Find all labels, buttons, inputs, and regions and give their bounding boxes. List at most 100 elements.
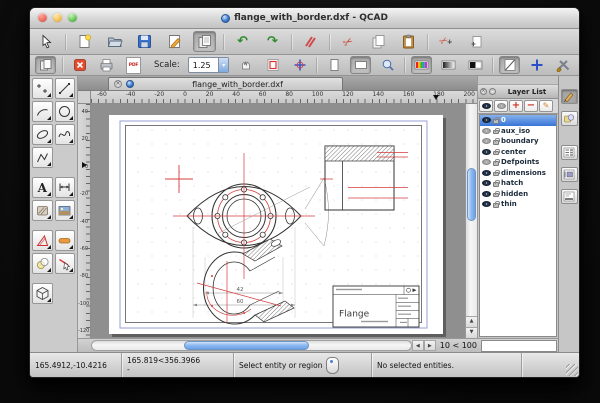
tab-close-icon[interactable]: ×	[114, 80, 122, 88]
add-layer-button[interactable]: +	[509, 100, 523, 112]
command-line-dock-icon[interactable]	[561, 189, 578, 204]
copy-with-reference-icon[interactable]	[465, 31, 488, 52]
redo-icon[interactable]: ↷	[261, 31, 284, 52]
vertical-scroll-thumb[interactable]	[467, 168, 476, 221]
scale-combobox[interactable]: 1.25 ▾	[188, 57, 229, 73]
drawing-canvas[interactable]: 42 60	[91, 104, 465, 338]
property-editor-dock-icon[interactable]	[561, 89, 578, 104]
layer-visibility-icon[interactable]	[482, 180, 491, 186]
line-tool-button[interactable]	[55, 78, 76, 99]
page-borders-icon[interactable]	[262, 56, 283, 74]
command-line-input[interactable]	[481, 340, 557, 352]
export-pdf-icon[interactable]: PDF	[123, 56, 144, 74]
portrait-orientation-icon[interactable]	[323, 56, 344, 74]
layer-row-hidden[interactable]: hidden	[480, 189, 556, 200]
dimension-tool-button[interactable]	[55, 177, 76, 198]
paper-sheet[interactable]: 42 60	[109, 115, 443, 334]
layer-visibility-icon[interactable]	[482, 128, 491, 134]
auto-zoom-icon[interactable]	[377, 56, 398, 74]
redraw-icon[interactable]	[299, 31, 322, 52]
solid-tool-button[interactable]	[32, 283, 53, 304]
layer-row-Defpoints[interactable]: Defpoints	[480, 157, 556, 168]
layer-visibility-icon[interactable]	[482, 149, 491, 155]
library-browser-dock-icon[interactable]	[561, 111, 578, 126]
horizontal-scroll-track[interactable]	[91, 340, 412, 351]
document-tab[interactable]: × flange_with_border.dxf	[108, 77, 343, 90]
layer-row-dimensions[interactable]: dimensions	[480, 168, 556, 179]
layer-lock-icon[interactable]	[493, 193, 499, 198]
copy-icon[interactable]	[367, 31, 390, 52]
point-tool-button[interactable]	[32, 78, 53, 99]
panel-float-icon[interactable]: ◦	[489, 88, 496, 95]
undo-icon[interactable]: ↶	[231, 31, 254, 52]
new-document-icon[interactable]	[73, 31, 96, 52]
layer-list[interactable]: 0aux_isoboundarycenterDefpointsdimension…	[479, 114, 557, 337]
layer-row-aux_iso[interactable]: aux_iso	[480, 126, 556, 137]
modify-tool-button[interactable]	[55, 230, 76, 251]
layer-visibility-icon[interactable]	[482, 117, 491, 123]
polyline-tool-button[interactable]	[32, 147, 53, 168]
layer-lock-icon[interactable]	[493, 172, 499, 177]
layer-visibility-icon[interactable]	[482, 191, 491, 197]
print-preview-toggle-icon[interactable]	[35, 56, 56, 74]
grayscale-icon[interactable]	[438, 56, 459, 74]
layer-lock-icon[interactable]	[493, 151, 499, 156]
scroll-right-icon[interactable]: ▶	[424, 340, 436, 351]
settings-icon[interactable]	[553, 56, 574, 74]
center-page-icon[interactable]	[289, 56, 310, 74]
pan-icon[interactable]	[235, 56, 256, 74]
layer-visibility-icon[interactable]	[482, 201, 491, 207]
layer-lock-icon[interactable]	[493, 119, 499, 124]
scroll-down-icon[interactable]: ▼	[466, 327, 477, 338]
full-color-icon[interactable]	[411, 56, 432, 74]
edit-layer-button[interactable]: ✎	[539, 100, 553, 112]
minimize-window-button[interactable]	[53, 13, 62, 22]
image-tool-button[interactable]	[55, 200, 76, 221]
text-tool-button[interactable]: A	[32, 177, 53, 198]
layer-row-thin[interactable]: thin	[480, 199, 556, 210]
save-icon[interactable]	[133, 31, 156, 52]
layer-lock-icon[interactable]	[493, 130, 499, 135]
horizontal-scroll-thumb[interactable]	[184, 341, 308, 350]
zoom-window-button[interactable]	[68, 13, 77, 22]
edit-drawing-icon[interactable]	[163, 31, 186, 52]
cut-with-reference-icon[interactable]: ✂+	[435, 31, 458, 52]
scroll-up-icon[interactable]: ▲	[466, 316, 477, 327]
panel-close-icon[interactable]: ×	[480, 88, 487, 95]
block-list-dock-icon[interactable]	[561, 167, 578, 182]
measure-tool-button[interactable]	[32, 230, 53, 251]
close-print-preview-icon[interactable]	[69, 56, 90, 74]
paste-icon[interactable]	[397, 31, 420, 52]
show-all-layers-button[interactable]	[479, 100, 493, 112]
vertical-scroll-track[interactable]	[466, 104, 477, 316]
selection-pointer-icon[interactable]	[35, 31, 58, 52]
title-bar[interactable]: flange_with_border.dxf - QCAD	[30, 8, 579, 29]
print-icon[interactable]	[96, 56, 117, 74]
scroll-left-icon[interactable]: ◀	[412, 340, 424, 351]
layer-row-hatch[interactable]: hatch	[480, 178, 556, 189]
layer-row-center[interactable]: center	[480, 147, 556, 158]
selection-tool-button[interactable]	[55, 253, 76, 274]
arc-tool-button[interactable]	[32, 101, 53, 122]
ellipse-tool-button[interactable]	[32, 124, 53, 145]
hatch-tool-button[interactable]	[32, 200, 53, 221]
black-white-icon[interactable]	[465, 56, 486, 74]
spline-tool-button[interactable]	[55, 124, 76, 145]
combo-dropdown-icon[interactable]: ▾	[218, 58, 228, 72]
layer-visibility-icon[interactable]	[482, 138, 491, 144]
layer-visibility-icon[interactable]	[482, 170, 491, 176]
landscape-orientation-icon[interactable]	[350, 56, 371, 74]
close-window-button[interactable]	[38, 13, 47, 22]
circle-tool-button[interactable]	[55, 101, 76, 122]
layer-list-dock-icon[interactable]	[561, 145, 578, 160]
layer-lock-icon[interactable]	[493, 182, 499, 187]
remove-layer-button[interactable]: −	[524, 100, 538, 112]
cut-icon[interactable]: ✂	[337, 31, 360, 52]
layer-row-0[interactable]: 0	[480, 115, 556, 126]
hide-all-layers-button[interactable]	[494, 100, 508, 112]
print-preview-icon[interactable]	[193, 31, 216, 52]
layer-lock-icon[interactable]	[493, 140, 499, 145]
layer-lock-icon[interactable]	[493, 161, 499, 166]
window-resize-grip[interactable]	[566, 364, 578, 376]
info-tool-button[interactable]	[32, 253, 53, 274]
